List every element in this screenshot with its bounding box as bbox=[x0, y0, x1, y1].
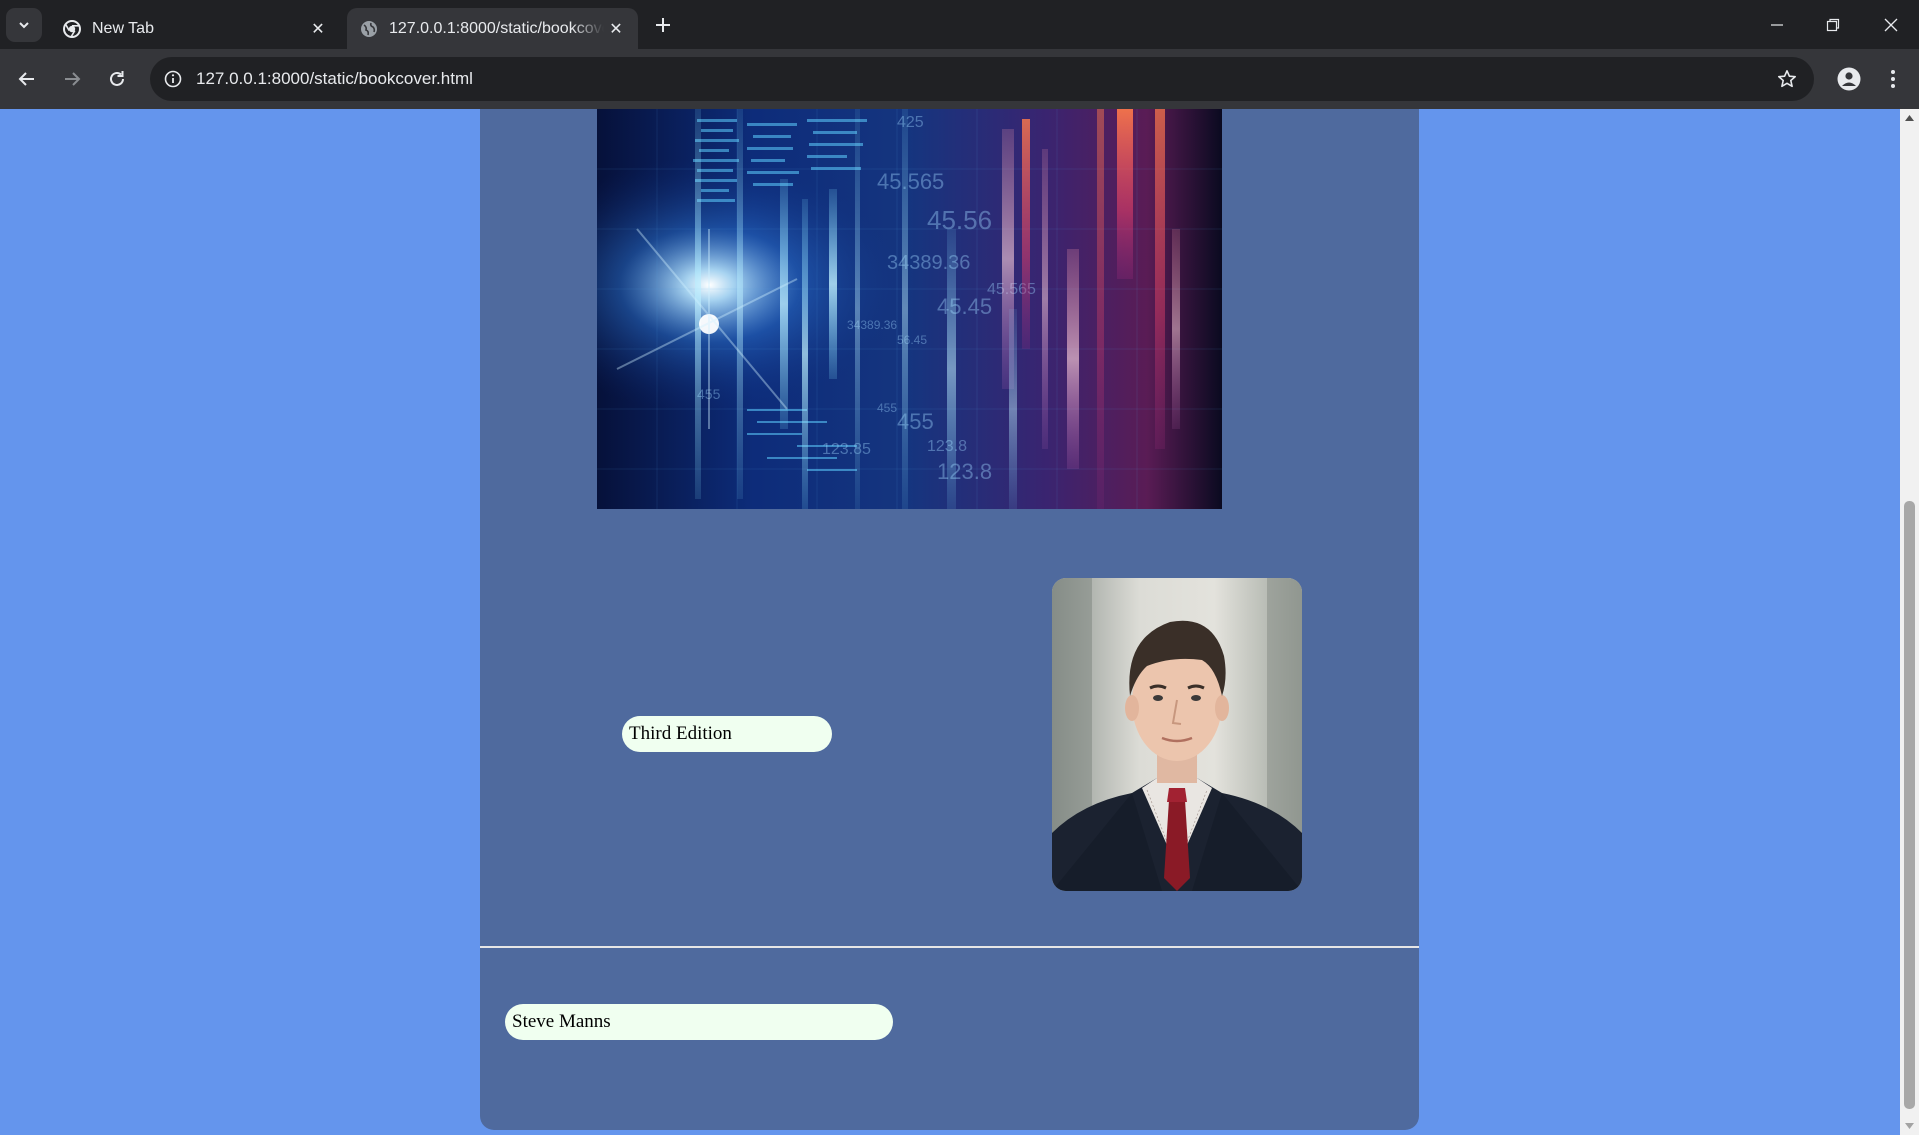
plus-icon bbox=[656, 18, 670, 32]
book-cover: 45.565 45.56 34389.36 45.565 45.45 34389… bbox=[480, 109, 1419, 1130]
triangle-up-icon bbox=[1905, 115, 1914, 121]
author-name: Steve Manns bbox=[505, 1004, 893, 1040]
close-window-button[interactable] bbox=[1863, 0, 1919, 49]
cover-divider bbox=[480, 946, 1419, 948]
reload-icon bbox=[110, 71, 124, 86]
svg-text:56.45: 56.45 bbox=[897, 333, 927, 347]
scroll-thumb[interactable] bbox=[1904, 501, 1915, 1109]
page-scrollbar[interactable] bbox=[1900, 109, 1919, 1135]
edition-label: Third Edition bbox=[622, 716, 832, 752]
minimize-icon bbox=[1771, 23, 1783, 26]
triangle-down-icon bbox=[1905, 1123, 1914, 1129]
tab-title: New Tab bbox=[92, 19, 154, 37]
person-icon bbox=[1837, 67, 1861, 91]
tab-title: 127.0.0.1:8000/static/bookcover.html bbox=[389, 19, 604, 37]
site-info-icon[interactable] bbox=[160, 66, 186, 92]
forward-button[interactable] bbox=[56, 63, 88, 95]
profile-button[interactable] bbox=[1833, 63, 1865, 95]
svg-text:45.45: 45.45 bbox=[937, 294, 992, 319]
tab-strip: New Tab ✕ 127.0.0.1:8000/static/bookcove… bbox=[0, 0, 1919, 49]
restore-button[interactable] bbox=[1805, 0, 1861, 49]
chevron-down-icon bbox=[19, 22, 29, 29]
close-icon bbox=[1884, 18, 1898, 31]
tab-search-button[interactable] bbox=[6, 8, 42, 42]
svg-text:45.565: 45.565 bbox=[877, 169, 944, 194]
svg-text:34389.36: 34389.36 bbox=[847, 318, 897, 332]
svg-text:455: 455 bbox=[877, 401, 897, 415]
back-button[interactable] bbox=[11, 63, 43, 95]
new-tab-button[interactable] bbox=[650, 10, 676, 40]
svg-text:34389.36: 34389.36 bbox=[887, 252, 970, 274]
minimize-button[interactable] bbox=[1749, 0, 1805, 49]
author-photo bbox=[1052, 578, 1302, 891]
tab-new-tab[interactable]: New Tab ✕ bbox=[50, 8, 340, 49]
address-bar[interactable]: 127.0.0.1:8000/static/bookcover.html bbox=[150, 57, 1814, 101]
url-text[interactable]: 127.0.0.1:8000/static/bookcover.html bbox=[196, 57, 473, 101]
svg-text:123.8: 123.8 bbox=[937, 459, 992, 484]
globe-icon bbox=[359, 19, 379, 39]
more-vertical-icon bbox=[1891, 70, 1895, 88]
browser-toolbar: 127.0.0.1:8000/static/bookcover.html bbox=[0, 49, 1919, 109]
scroll-up-arrow[interactable] bbox=[1900, 109, 1919, 127]
restore-icon bbox=[1826, 18, 1840, 31]
arrow-left-icon bbox=[18, 72, 34, 86]
tab-bookcover[interactable]: 127.0.0.1:8000/static/bookcover.html ✕ bbox=[347, 8, 638, 49]
svg-text:425: 425 bbox=[897, 114, 924, 131]
close-tab-icon[interactable]: ✕ bbox=[604, 17, 628, 41]
svg-text:45.56: 45.56 bbox=[927, 205, 992, 235]
reload-button[interactable] bbox=[101, 63, 133, 95]
scroll-down-arrow[interactable] bbox=[1900, 1117, 1919, 1135]
browser-menu-button[interactable] bbox=[1880, 63, 1906, 95]
cover-image: 45.565 45.56 34389.36 45.565 45.45 34389… bbox=[597, 109, 1222, 509]
chrome-icon bbox=[62, 19, 82, 39]
bookmark-star-icon[interactable] bbox=[1774, 66, 1800, 92]
page-viewport: 45.565 45.56 34389.36 45.565 45.45 34389… bbox=[0, 109, 1900, 1135]
svg-text:123.85: 123.85 bbox=[822, 441, 871, 458]
arrow-right-icon bbox=[65, 72, 81, 86]
close-tab-icon[interactable]: ✕ bbox=[306, 17, 330, 41]
